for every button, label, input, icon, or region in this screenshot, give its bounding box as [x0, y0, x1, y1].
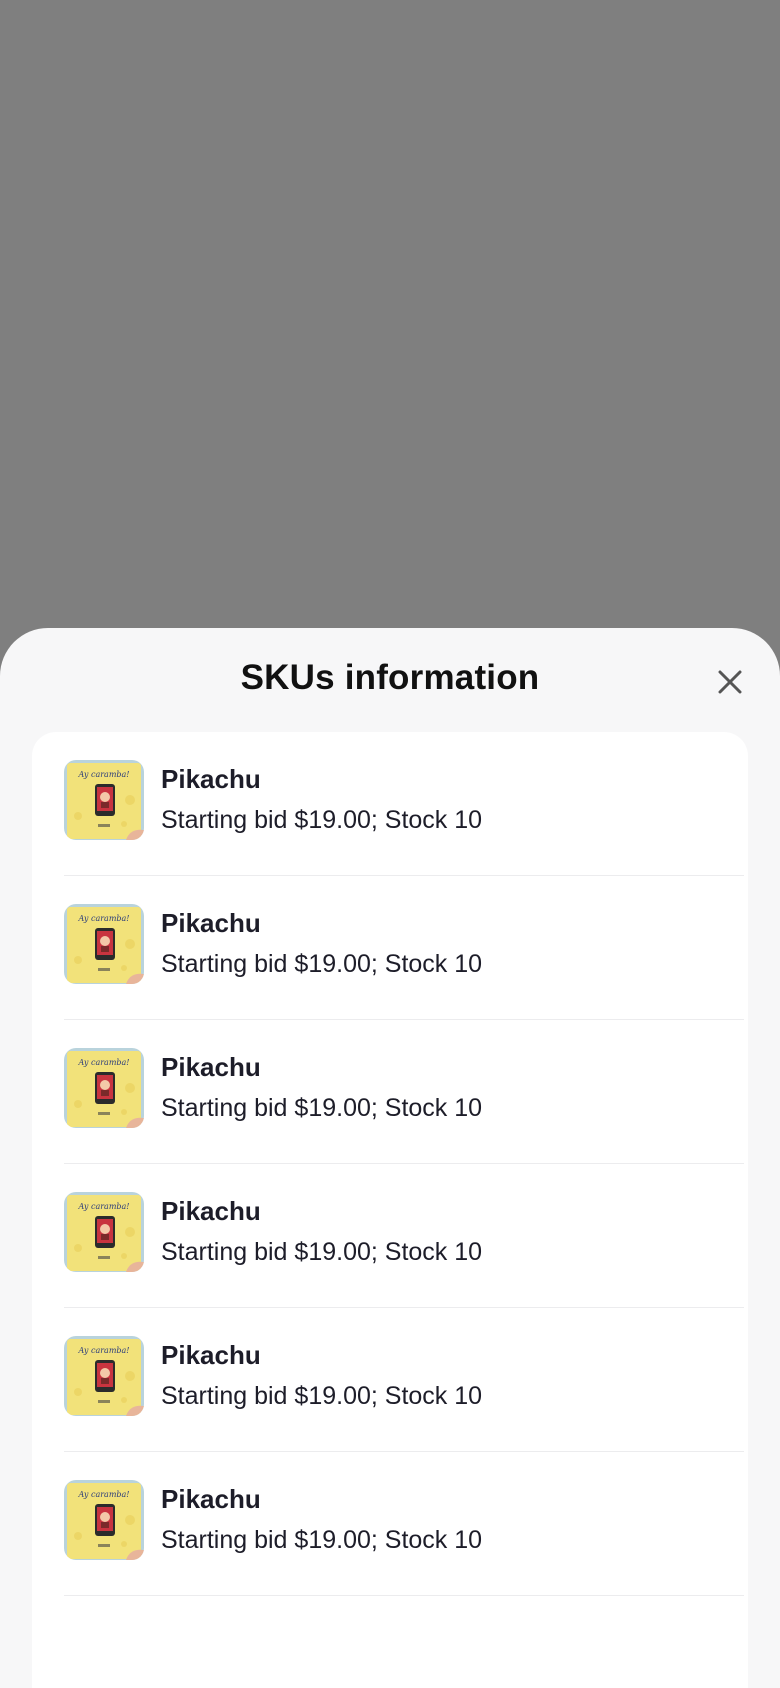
- sku-detail: Starting bid $19.00; Stock 10: [161, 950, 483, 978]
- sku-name: Pikachu: [161, 764, 261, 794]
- sku-detail: Starting bid $19.00; Stock 10: [161, 1382, 483, 1410]
- sku-detail: Starting bid $19.00; Stock 10: [161, 1526, 483, 1554]
- sku-thumbnail: Ay caramba!: [64, 1336, 144, 1416]
- sku-detail: Starting bid $19.00; Stock 10: [161, 1094, 483, 1122]
- svg-text:Ay caramba!: Ay caramba!: [77, 1490, 129, 1499]
- svg-text:Ay caramba!: Ay caramba!: [77, 1058, 129, 1067]
- bottom-sheet: SKUs information Ay caramba! Pikachu Sta…: [0, 628, 780, 1688]
- svg-text:Ay caramba!: Ay caramba!: [77, 770, 129, 779]
- sku-name: Pikachu: [161, 1340, 261, 1370]
- sheet-title: SKUs information: [240, 658, 540, 697]
- sku-name: Pikachu: [161, 1196, 261, 1226]
- sku-list: Ay caramba! Pikachu Starting bid $19.00;…: [64, 732, 744, 1596]
- sku-list-item[interactable]: Ay caramba! Pikachu Starting bid $19.00;…: [64, 876, 744, 1020]
- svg-text:Ay caramba!: Ay caramba!: [77, 1346, 129, 1355]
- sku-thumbnail: Ay caramba!: [64, 1048, 144, 1128]
- close-button[interactable]: [710, 662, 750, 702]
- sku-list-item[interactable]: Ay caramba! Pikachu Starting bid $19.00;…: [64, 1020, 744, 1164]
- sku-thumbnail: Ay caramba!: [64, 1192, 144, 1272]
- sku-list-card: Ay caramba! Pikachu Starting bid $19.00;…: [32, 732, 748, 1688]
- sku-list-item[interactable]: Ay caramba! Pikachu Starting bid $19.00;…: [64, 1164, 744, 1308]
- sku-name: Pikachu: [161, 908, 261, 938]
- sku-list-item[interactable]: Ay caramba! Pikachu Starting bid $19.00;…: [64, 1308, 744, 1452]
- svg-text:Ay caramba!: Ay caramba!: [77, 1202, 129, 1211]
- sku-list-item[interactable]: Ay caramba! Pikachu Starting bid $19.00;…: [64, 1452, 744, 1596]
- sku-name: Pikachu: [161, 1052, 261, 1082]
- sku-name: Pikachu: [161, 1484, 261, 1514]
- sku-list-item[interactable]: Ay caramba! Pikachu Starting bid $19.00;…: [64, 732, 744, 876]
- sku-thumbnail: Ay caramba!: [64, 760, 144, 840]
- svg-text:Ay caramba!: Ay caramba!: [77, 914, 129, 923]
- sku-thumbnail: Ay caramba!: [64, 1480, 144, 1560]
- sku-detail: Starting bid $19.00; Stock 10: [161, 1238, 483, 1266]
- sheet-header: SKUs information: [0, 628, 780, 732]
- sku-detail: Starting bid $19.00; Stock 10: [161, 806, 483, 834]
- close-icon: [718, 670, 742, 694]
- sku-thumbnail: Ay caramba!: [64, 904, 144, 984]
